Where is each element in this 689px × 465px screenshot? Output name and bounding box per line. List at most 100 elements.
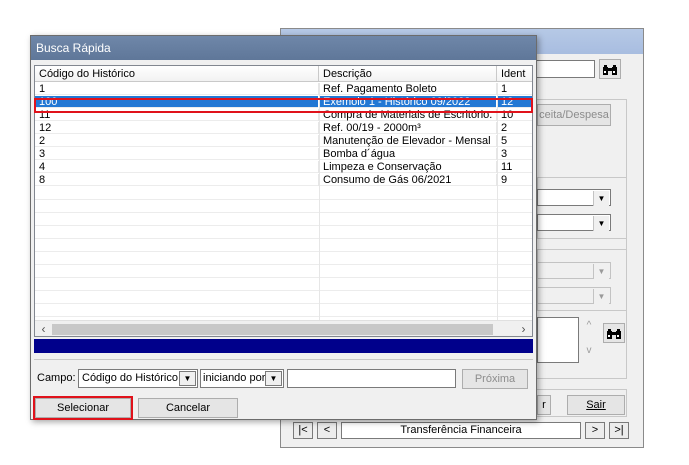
cell-description: Consumo de Gás 06/2021 xyxy=(319,174,497,186)
record-display: Transferência Financeira xyxy=(341,422,581,439)
table-row[interactable]: 4 Limpeza e Conservação 11 xyxy=(35,161,532,173)
select-button[interactable]: Selecionar xyxy=(35,398,131,418)
quick-search-dialog: Busca Rápida Código do Histórico Descriç… xyxy=(30,35,537,420)
background-search-field[interactable] xyxy=(531,60,595,78)
chevron-down-icon: ▼ xyxy=(593,216,609,231)
chevron-down-icon[interactable]: ▼ xyxy=(265,371,282,386)
notes-scroll[interactable]: ^ v xyxy=(582,320,596,360)
cell-code: 100 xyxy=(35,96,319,108)
background-search-button[interactable] xyxy=(599,59,621,79)
cell-description: Exemolo 1 - Histórico 09/2022 xyxy=(319,96,497,108)
table-row[interactable]: 12 Ref. 00/19 - 2000m³ 2 xyxy=(35,122,532,134)
exit-button[interactable]: Sair xyxy=(567,395,625,415)
table-row[interactable]: 3 Bomba d´água 3 xyxy=(35,148,532,160)
mode-select-value: iniciando por xyxy=(203,372,266,384)
cell-ident: 10 xyxy=(497,109,532,121)
cell-ident: 5 xyxy=(497,135,532,147)
nav-prev-label: < xyxy=(323,424,331,436)
nav-next-label: > xyxy=(591,424,599,436)
column-header-code[interactable]: Código do Histórico xyxy=(35,66,319,82)
grid-row-line xyxy=(35,264,532,265)
grid-row-line xyxy=(35,290,532,291)
cell-ident: 3 xyxy=(497,148,532,160)
table-row[interactable]: 8 Consumo de Gás 06/2021 9 xyxy=(35,174,532,186)
cell-code: 1 xyxy=(35,83,319,95)
cell-ident: 2 xyxy=(497,122,532,134)
table-row[interactable]: 1 Ref. Pagamento Boleto 1 xyxy=(35,83,532,95)
chevron-down-icon: v xyxy=(586,345,592,356)
cell-ident: 11 xyxy=(497,161,532,173)
table-row[interactable]: 100 Exemolo 1 - Histórico 09/2022 12 xyxy=(35,96,532,108)
grid-row-line xyxy=(35,251,532,252)
binoculars-icon xyxy=(607,329,621,339)
cell-description: Manutenção de Elevador - Mensal xyxy=(319,135,497,147)
cell-description: Bomba d´água xyxy=(319,148,497,160)
background-combo-1[interactable]: ▼ xyxy=(537,189,611,206)
grid-row-line xyxy=(35,238,532,239)
table-row[interactable]: 2 Manutenção de Elevador - Mensal 5 xyxy=(35,135,532,147)
chevron-down-icon: ▼ xyxy=(593,289,609,304)
binoculars-icon xyxy=(603,65,617,75)
record-label: Transferência Financeira xyxy=(400,424,522,436)
next-button-label: Próxima xyxy=(474,373,516,385)
table-row[interactable]: 11 Compra de Materiais de Escritório. 10 xyxy=(35,109,532,121)
field-select-value: Código do Histórico xyxy=(82,372,178,384)
grid-row-line xyxy=(35,212,532,213)
cell-code: 8 xyxy=(35,174,319,186)
scroll-right-icon[interactable]: › xyxy=(515,321,532,336)
select-button-label: Selecionar xyxy=(57,402,109,414)
grid-column-line xyxy=(497,83,498,320)
field-select[interactable]: Código do Histórico ▼ xyxy=(78,369,198,388)
cell-description: Compra de Materiais de Escritório. xyxy=(319,109,497,121)
background-partial-button-label: r xyxy=(542,399,546,411)
grid-row-line xyxy=(35,225,532,226)
column-header-ident[interactable]: Ident xyxy=(497,66,532,82)
background-notes-search-button[interactable] xyxy=(603,323,625,343)
nav-first-label: |< xyxy=(298,424,308,436)
chevron-up-icon: ^ xyxy=(586,320,592,331)
cell-code: 11 xyxy=(35,109,319,121)
nav-prev-button[interactable]: < xyxy=(317,422,337,439)
background-combo-2[interactable]: ▼ xyxy=(537,214,611,231)
cell-ident: 1 xyxy=(497,83,532,95)
column-header-description[interactable]: Descrição xyxy=(319,66,497,82)
cell-code: 12 xyxy=(35,122,319,134)
income-expense-label: ceita/Despesa xyxy=(539,109,609,121)
income-expense-button[interactable]: ceita/Despesa xyxy=(537,104,611,126)
horizontal-scrollbar[interactable]: ‹ › xyxy=(35,320,532,336)
grid-row-line xyxy=(35,316,532,317)
cell-code: 2 xyxy=(35,135,319,147)
nav-last-button[interactable]: >| xyxy=(609,422,629,439)
scroll-left-icon[interactable]: ‹ xyxy=(35,321,52,336)
dialog-titlebar[interactable]: Busca Rápida xyxy=(31,36,536,60)
scrollbar-thumb[interactable] xyxy=(52,324,493,335)
background-partial-button[interactable]: r xyxy=(537,395,551,415)
status-bar xyxy=(34,339,533,353)
cancel-button[interactable]: Cancelar xyxy=(138,398,238,418)
cell-description: Ref. 00/19 - 2000m³ xyxy=(319,122,497,134)
cancel-button-label: Cancelar xyxy=(165,402,211,414)
dialog-separator xyxy=(34,359,533,360)
search-input[interactable] xyxy=(287,369,456,388)
chevron-down-icon: ▼ xyxy=(593,191,609,206)
results-grid[interactable]: Código do Histórico Descrição Ident 1 Ref… xyxy=(34,65,533,337)
grid-row-line xyxy=(35,303,532,304)
field-label: Campo: xyxy=(37,372,76,384)
cell-ident: 9 xyxy=(497,174,532,186)
nav-first-button[interactable]: |< xyxy=(293,422,313,439)
background-combo-3[interactable]: ▼ xyxy=(537,262,611,279)
exit-label: Sair xyxy=(586,399,606,411)
chevron-down-icon[interactable]: ▼ xyxy=(179,371,196,386)
nav-next-button[interactable]: > xyxy=(585,422,605,439)
dialog-title: Busca Rápida xyxy=(36,41,111,55)
cell-code: 3 xyxy=(35,148,319,160)
cell-code: 4 xyxy=(35,161,319,173)
next-button[interactable]: Próxima xyxy=(462,369,528,389)
mode-select[interactable]: iniciando por ▼ xyxy=(200,369,284,388)
background-combo-4[interactable]: ▼ xyxy=(537,287,611,304)
cell-ident: 12 xyxy=(497,96,532,108)
cell-description: Limpeza e Conservação xyxy=(319,161,497,173)
grid-row-line xyxy=(35,199,532,200)
grid-column-line xyxy=(319,83,320,320)
background-notes-field[interactable] xyxy=(537,317,579,363)
